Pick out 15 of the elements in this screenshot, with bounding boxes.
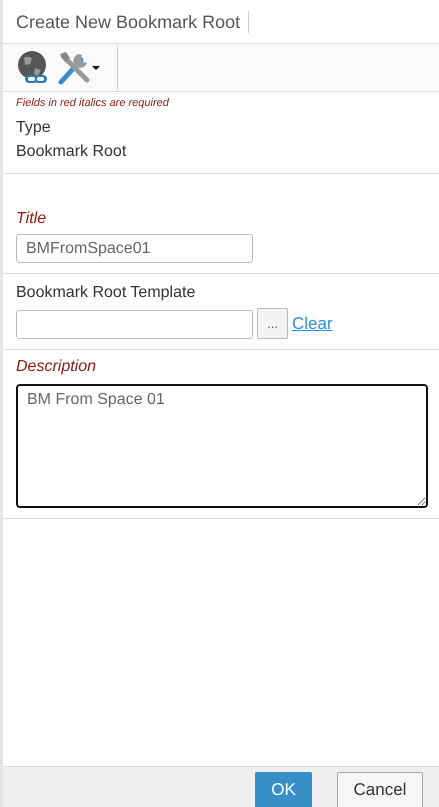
field-value: Bookmark Root bbox=[16, 142, 128, 162]
clear-link[interactable]: Clear bbox=[292, 314, 333, 334]
description-input[interactable]: BM From Space 01 bbox=[16, 384, 428, 508]
field-label: Title bbox=[16, 209, 48, 229]
field-label: Bookmark Root Template bbox=[16, 283, 196, 303]
ok-button[interactable]: OK bbox=[255, 772, 312, 807]
window-title: Create New Bookmark Root bbox=[16, 10, 250, 32]
field-label: Type bbox=[16, 118, 52, 138]
title-input[interactable]: BMFromSpace01 bbox=[16, 234, 253, 263]
cancel-button[interactable]: Cancel bbox=[337, 772, 423, 807]
browse-button[interactable]: ... bbox=[257, 308, 288, 339]
template-input[interactable] bbox=[16, 310, 253, 339]
tools-icon bbox=[57, 50, 101, 86]
field-label: Description bbox=[16, 357, 98, 377]
required-note: Fields in red italics are required bbox=[15, 96, 170, 109]
